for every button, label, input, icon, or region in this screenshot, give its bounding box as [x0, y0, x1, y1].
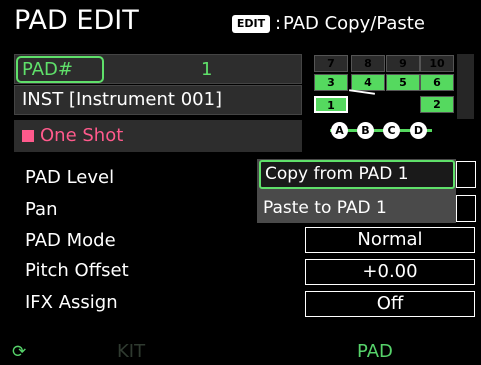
pad-grid-2-label: 2	[433, 98, 441, 111]
instrument-name: INST [Instrument 001]	[22, 89, 223, 110]
paste-to-pad-item[interactable]: Paste to PAD 1	[259, 194, 455, 222]
pad-grid-7-label: 7	[327, 57, 335, 70]
pad-grid-5[interactable]: 5	[386, 74, 420, 91]
param-value-pad-mode[interactable]: Normal	[305, 227, 475, 253]
knob-c[interactable]: C	[383, 122, 400, 139]
pad-grid-4[interactable]: 4	[351, 74, 385, 91]
param-label-pitch-offset: Pitch Offset	[25, 260, 129, 281]
page-title: PAD EDIT	[14, 5, 139, 36]
footer-bar	[0, 339, 481, 365]
param-value-pan[interactable]	[456, 195, 476, 222]
pad-grid-scrollbar[interactable]	[457, 54, 474, 119]
knob-d[interactable]: D	[410, 122, 427, 139]
pad-grid-6[interactable]: 6	[420, 74, 454, 91]
edit-separator: :	[275, 13, 282, 34]
pad-grid-6-label: 6	[433, 76, 441, 89]
footer-pad-tab[interactable]: PAD	[357, 341, 393, 363]
footer-kit-tab[interactable]: KIT	[117, 341, 145, 363]
one-shot-indicator-icon	[22, 130, 34, 142]
pad-number-label: PAD#	[22, 59, 73, 80]
pad-grid-8-label: 8	[364, 57, 372, 70]
pad-grid-2[interactable]: 2	[420, 96, 454, 113]
pad-grid-9-label: 9	[399, 57, 407, 70]
copy-from-pad-item[interactable]: Copy from PAD 1	[259, 160, 455, 189]
param-label-pad-level: PAD Level	[25, 167, 115, 188]
edit-action-title: PAD Copy/Paste	[283, 13, 425, 34]
reload-icon[interactable]: ⟳	[12, 341, 26, 363]
param-label-pad-mode: PAD Mode	[25, 230, 116, 251]
pad-grid-1-label: 1	[327, 99, 335, 112]
pad-grid-8[interactable]: 8	[351, 55, 385, 72]
edit-badge: EDIT	[232, 15, 270, 33]
param-value-pitch-offset[interactable]: +0.00	[305, 259, 475, 285]
pad-grid-9[interactable]: 9	[386, 55, 420, 72]
pad-grid-10[interactable]: 10	[420, 55, 454, 72]
pad-grid-3-label: 3	[327, 76, 335, 89]
pad-grid-4-label: 4	[364, 76, 372, 89]
knob-a[interactable]: A	[331, 122, 348, 139]
param-label-pan: Pan	[25, 199, 58, 220]
pad-grid-5-label: 5	[399, 76, 407, 89]
param-value-ifx-assign[interactable]: Off	[305, 291, 475, 317]
pad-grid-1[interactable]: 1	[314, 96, 348, 113]
one-shot-label: One Shot	[40, 125, 124, 146]
pad-grid-3[interactable]: 3	[314, 74, 348, 91]
pad-number-value: 1	[201, 59, 213, 80]
pad-grid-10-label: 10	[429, 57, 445, 70]
knob-b[interactable]: B	[357, 122, 374, 139]
pad-grid-7[interactable]: 7	[314, 55, 348, 72]
param-value-pad-level[interactable]	[456, 161, 476, 188]
param-label-ifx-assign: IFX Assign	[25, 292, 118, 313]
